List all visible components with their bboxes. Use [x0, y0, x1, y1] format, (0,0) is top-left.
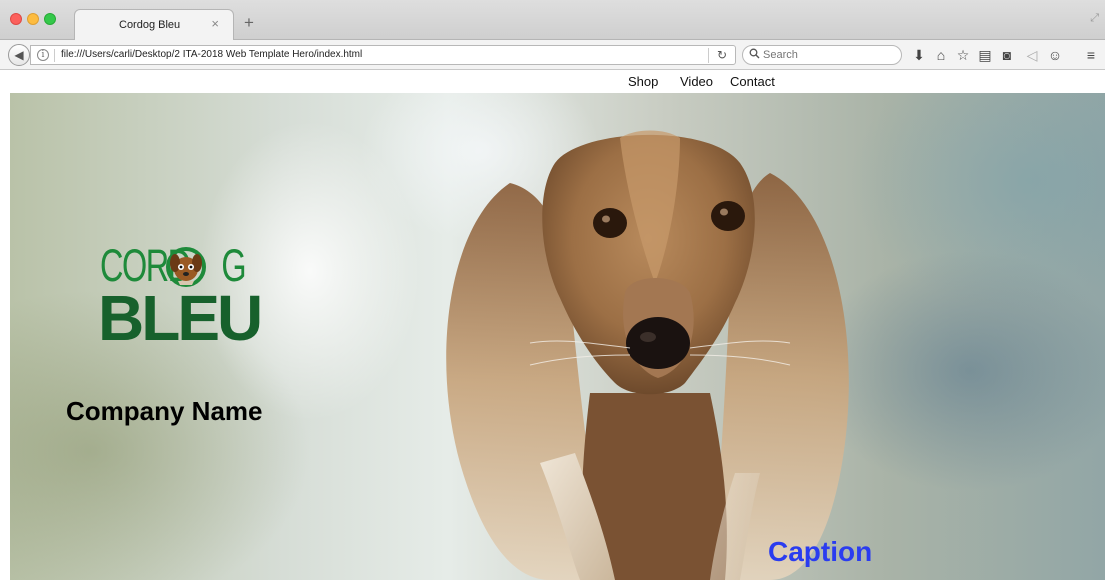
page-content: Shop Video Contact CORD G BLEU Company Na… — [10, 71, 1105, 580]
reload-icon[interactable]: ↻ — [717, 48, 727, 62]
download-icon[interactable]: ⬇ — [910, 45, 928, 65]
search-input[interactable] — [763, 47, 893, 63]
tab-close-icon[interactable]: × — [211, 16, 219, 32]
minimize-window-button[interactable] — [27, 13, 39, 25]
url-separator — [54, 49, 55, 62]
tab-title: Cordog Bleu — [119, 19, 181, 31]
pocket-icon[interactable]: ◙ — [998, 45, 1016, 65]
home-icon[interactable]: ⌂ — [932, 45, 950, 65]
nav-link-video[interactable]: Video — [680, 74, 713, 89]
bookmark-star-icon[interactable]: ☆ — [954, 45, 972, 65]
tab-bar: Cordog Bleu × + ⤢ — [0, 0, 1105, 40]
search-bar[interactable] — [742, 45, 902, 65]
nav-link-shop[interactable]: Shop — [628, 74, 658, 89]
info-icon[interactable]: i — [37, 49, 49, 61]
back-icon: ◀ — [14, 48, 24, 62]
back-button[interactable]: ◀ — [8, 44, 30, 66]
fullscreen-icon[interactable]: ⤢ — [1090, 12, 1099, 25]
zoom-window-button[interactable] — [44, 13, 56, 25]
site-navigation: Shop Video Contact — [10, 71, 1105, 93]
tab-cordog-bleu[interactable]: Cordog Bleu × — [74, 9, 234, 40]
reading-list-icon[interactable]: ▤ — [976, 45, 994, 65]
chat-icon[interactable]: ☺ — [1046, 45, 1064, 65]
menu-icon[interactable]: ≡ — [1082, 45, 1100, 65]
company-name: Company Name — [66, 396, 263, 426]
hero-caption: Caption — [768, 536, 873, 567]
company-logo[interactable]: CORD G BLEU — [90, 241, 263, 356]
search-icon — [749, 48, 760, 62]
browser-window: Cordog Bleu × + ⤢ ◀ i file:///Users/carl… — [0, 0, 1105, 580]
url-bar[interactable]: i file:///Users/carli/Desktop/2 ITA-2018… — [30, 45, 736, 65]
nav-link-contact[interactable]: Contact — [730, 74, 775, 89]
logo-text-bleu: BLEU — [98, 282, 263, 354]
url-text[interactable]: file:///Users/carli/Desktop/2 ITA-2018 W… — [61, 49, 362, 60]
share-icon[interactable]: ◁ — [1023, 45, 1041, 65]
navigation-toolbar: ◀ i file:///Users/carli/Desktop/2 ITA-20… — [0, 40, 1105, 70]
close-window-button[interactable] — [10, 13, 22, 25]
reload-separator — [708, 48, 709, 63]
hero-dog-image — [446, 130, 849, 580]
new-tab-button[interactable]: + — [244, 14, 254, 31]
